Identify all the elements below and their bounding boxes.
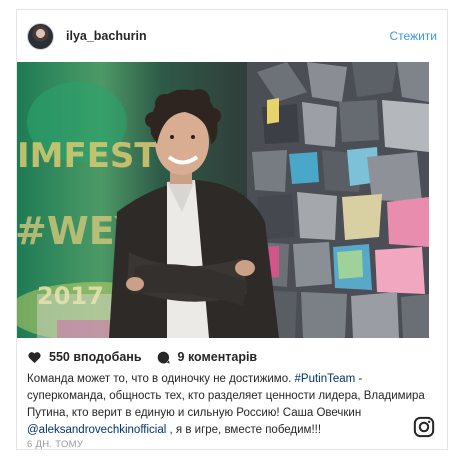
- post-actions: 550 вподобань 9 коментарів: [27, 347, 257, 367]
- photo-illustration: IMFEST #WEYS 2017: [17, 62, 429, 338]
- mention-link[interactable]: @aleksandrovechkinofficial: [27, 424, 166, 436]
- likes-count[interactable]: 550 вподобань: [49, 350, 142, 364]
- username[interactable]: ilya_bachurin: [66, 29, 147, 43]
- post-caption: Команда может то, что в одиночку не дост…: [27, 371, 427, 439]
- hashtag-link[interactable]: #PutinTeam: [295, 373, 356, 385]
- post-photo[interactable]: IMFEST #WEYS 2017: [17, 62, 429, 338]
- follow-button[interactable]: Стежити: [390, 29, 438, 43]
- avatar[interactable]: [27, 22, 54, 50]
- caption-text-3: , я в игре, вместе победим!!!: [166, 424, 322, 436]
- heart-icon[interactable]: [27, 350, 42, 365]
- graffiti-text-1: IMFEST: [17, 136, 158, 176]
- graffiti-text-3: 2017: [37, 282, 104, 310]
- caption-text-1: Команда может то, что в одиночку не дост…: [27, 373, 295, 385]
- comments-count[interactable]: 9 коментарів: [178, 350, 258, 364]
- comment-bubble-icon[interactable]: [156, 350, 171, 365]
- post-card: ilya_bachurin Стежити IMFEST #WEYS 2017 …: [16, 9, 448, 450]
- post-timestamp[interactable]: 6 ДН. ТОМУ: [27, 439, 83, 450]
- instagram-logo-icon[interactable]: [413, 416, 435, 438]
- post-header: ilya_bachurin Стежити: [17, 10, 447, 62]
